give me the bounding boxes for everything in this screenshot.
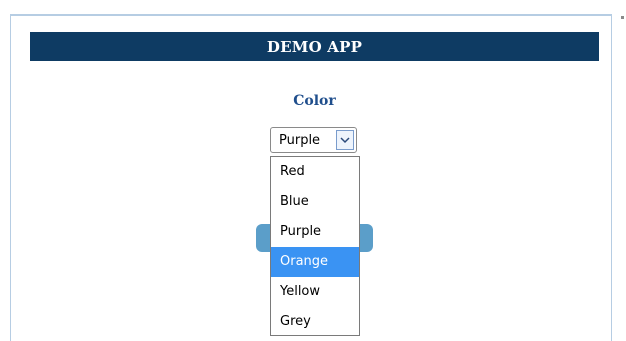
app-viewport: DEMO APP Color Purple Red Blue Purple Or… [0, 0, 626, 341]
color-option-blue[interactable]: Blue [271, 187, 359, 217]
scrollbar-marker[interactable] [621, 16, 624, 19]
color-option-yellow[interactable]: Yellow [271, 277, 359, 307]
color-dropdown-list: Red Blue Purple Orange Yellow Grey [270, 156, 360, 336]
color-option-orange[interactable]: Orange [271, 247, 359, 277]
color-label: Color [293, 93, 336, 109]
app-header: DEMO APP [30, 32, 599, 61]
color-option-red[interactable]: Red [271, 157, 359, 187]
color-option-purple[interactable]: Purple [271, 217, 359, 247]
app-title: DEMO APP [266, 37, 363, 56]
color-option-grey[interactable]: Grey [271, 307, 359, 337]
color-select[interactable]: Purple [270, 127, 357, 153]
chevron-down-icon[interactable] [336, 130, 354, 150]
color-select-value: Purple [279, 133, 321, 148]
